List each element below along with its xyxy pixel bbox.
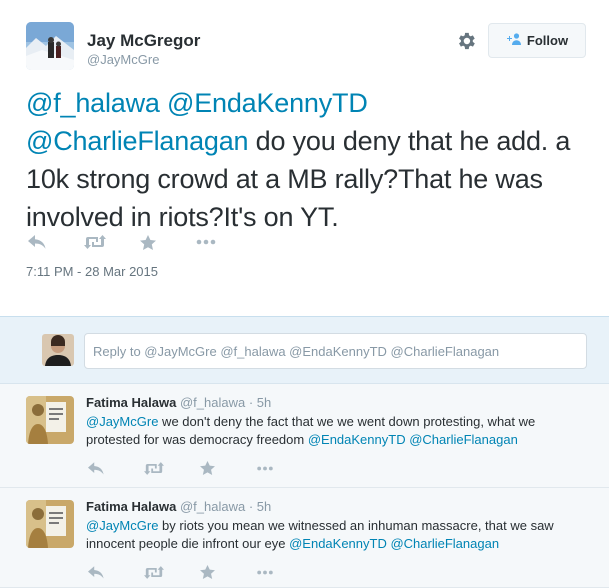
more-icon[interactable] [196, 233, 252, 251]
tweet-text: @f_halawa @EndaKennyTD @CharlieFlanagan … [26, 84, 586, 236]
mention-link[interactable]: @f_halawa [26, 88, 160, 118]
tweet-actions [28, 233, 252, 251]
reply-icon[interactable] [88, 459, 144, 477]
star-icon[interactable] [200, 563, 256, 581]
mention-link[interactable]: @EndaKennyTD [289, 536, 387, 551]
mention-link[interactable]: @EndaKennyTD [167, 88, 368, 118]
tweet-text-segment [160, 88, 167, 118]
reply-author-name[interactable]: Fatima Halawa [86, 499, 176, 514]
reply-dot: · [248, 395, 254, 410]
author-name[interactable]: Jay McGregor [87, 31, 200, 51]
reply-text: @JayMcGre by riots you mean we witnessed… [86, 517, 591, 553]
reply-input[interactable]: Reply to @JayMcGre @f_halawa @EndaKennyT… [84, 333, 587, 369]
reply-author-handle[interactable]: @f_halawa [180, 499, 245, 514]
reply-actions [88, 563, 312, 581]
gear-icon[interactable] [455, 30, 477, 52]
more-icon[interactable] [256, 459, 312, 477]
reply-author-handle[interactable]: @f_halawa [180, 395, 245, 410]
retweet-icon[interactable] [84, 233, 140, 251]
retweet-icon[interactable] [144, 563, 200, 581]
retweet-icon[interactable] [144, 459, 200, 477]
follow-label: Follow [526, 33, 569, 48]
reply-icon[interactable] [88, 563, 144, 581]
reply-time[interactable]: 5h [257, 499, 271, 514]
reply-avatar[interactable] [26, 500, 74, 548]
reply-tweet[interactable]: Fatima Halawa @f_halawa · 5h @JayMcGre b… [0, 488, 609, 588]
main-tweet: Jay McGregor @JayMcGre Follow @f_halawa … [0, 0, 609, 316]
mention-link[interactable]: @CharlieFlanagan [409, 432, 518, 447]
reply-author[interactable]: Fatima Halawa @f_halawa · 5h [86, 395, 271, 410]
more-icon[interactable] [256, 563, 312, 581]
tweet-timestamp[interactable]: 7:11 PM - 28 Mar 2015 [26, 264, 158, 279]
mention-link[interactable]: @EndaKennyTD [308, 432, 406, 447]
reply-time[interactable]: 5h [257, 395, 271, 410]
current-user-avatar [42, 334, 74, 366]
mention-link[interactable]: @CharlieFlanagan [390, 536, 499, 551]
mention-link[interactable]: @CharlieFlanagan [26, 126, 249, 156]
reply-author-name[interactable]: Fatima Halawa [86, 395, 176, 410]
reply-icon[interactable] [28, 233, 84, 251]
reply-dot: · [248, 499, 254, 514]
star-icon[interactable] [200, 459, 256, 477]
author-avatar[interactable] [26, 22, 74, 70]
reply-composer: Reply to @JayMcGre @f_halawa @EndaKennyT… [0, 316, 609, 384]
add-user-icon [506, 33, 522, 48]
mention-link[interactable]: @JayMcGre [86, 414, 158, 429]
star-icon[interactable] [140, 233, 196, 251]
reply-avatar[interactable] [26, 396, 74, 444]
reply-author[interactable]: Fatima Halawa @f_halawa · 5h [86, 499, 271, 514]
reply-text: @JayMcGre we don't deny the fact that we… [86, 413, 591, 449]
follow-button[interactable]: Follow [488, 23, 586, 58]
reply-tweet[interactable]: Fatima Halawa @f_halawa · 5h @JayMcGre w… [0, 384, 609, 488]
reply-actions [88, 459, 312, 477]
author-handle[interactable]: @JayMcGre [87, 52, 159, 67]
mention-link[interactable]: @JayMcGre [86, 518, 158, 533]
